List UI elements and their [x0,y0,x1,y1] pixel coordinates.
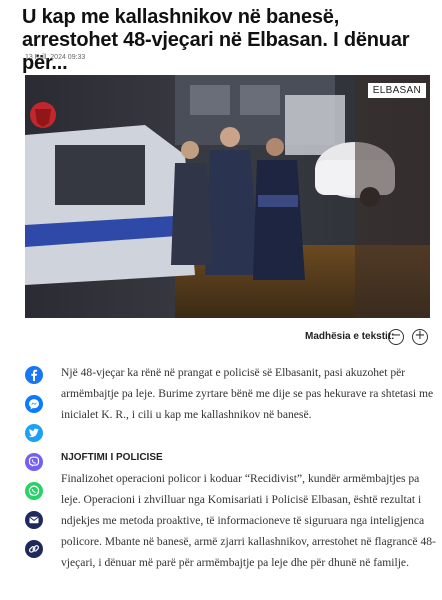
article-title: U kap me kallashnikov në banesë, arresto… [22,6,410,74]
decrease-text-button[interactable]: − [388,329,404,345]
messenger-icon [29,399,39,410]
article-photo: ELBASAN [25,75,430,318]
facebook-icon [31,369,38,381]
messenger-share-button[interactable] [25,395,43,413]
facebook-share-button[interactable] [25,366,43,384]
email-icon [29,516,39,524]
email-share-button[interactable] [25,511,43,529]
viber-icon [28,456,40,467]
twitter-icon [29,428,39,438]
link-icon [28,545,40,553]
article-paragraph-2: Finalizohet operacioni policor i koduar … [61,472,436,569]
twitter-share-button[interactable] [25,424,43,442]
whatsapp-share-button[interactable] [25,482,43,500]
viber-share-button[interactable] [25,453,43,471]
article-subheading: NJOFTIMI I POLICISE [61,452,163,463]
copy-link-button[interactable] [25,540,43,558]
location-badge: ELBASAN [367,83,426,98]
text-size-label: Madhësia e tekstit: [305,331,395,342]
increase-text-button[interactable]: + [412,329,428,345]
article-date: 13 Prill, 2024 09:33 [25,54,86,61]
article-paragraph-1: Një 48-vjeçar ka rënë në prangat e polic… [61,366,434,421]
whatsapp-icon [28,485,40,497]
